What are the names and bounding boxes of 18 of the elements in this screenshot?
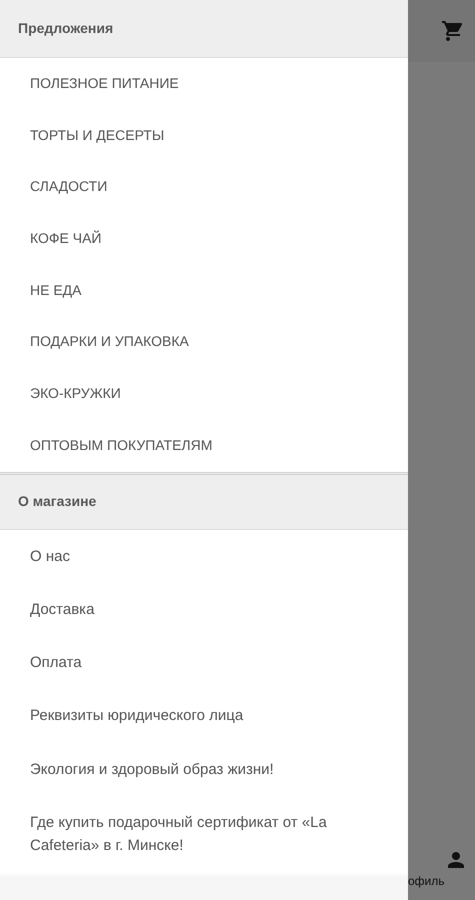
menu-item[interactable]: ПОЛЕЗНОЕ ПИТАНИЕ	[0, 58, 408, 110]
menu-item[interactable]: ТОРТЫ И ДЕСЕРТЫ	[0, 110, 408, 162]
menu-item[interactable]: Оплата	[0, 636, 408, 690]
menu-item[interactable]: ОПТОВЫМ ПОКУПАТЕЛЯМ	[0, 420, 408, 472]
menu-item[interactable]: Доставка	[0, 582, 408, 636]
menu-item[interactable]: Где купить подарочный сертификат от «La Cafeteria» в г. Минске!	[0, 796, 408, 872]
menu-item[interactable]: ЭКО-КРУЖКИ	[0, 368, 408, 420]
menu-item[interactable]: Реквизиты юридического лица	[0, 689, 408, 742]
menu-item[interactable]: СЛАДОСТИ	[0, 161, 408, 214]
menu-item[interactable]: Экология и здоровый образ жизни!	[0, 742, 408, 796]
menu-item[interactable]: ПОДАРКИ И УПАКОВКА	[0, 316, 408, 368]
menu-item[interactable]: НЕ ЕДА	[0, 264, 408, 316]
cart-icon[interactable]	[441, 19, 465, 43]
section-header: О магазине	[18, 492, 96, 511]
menu-item[interactable]: КОФЕ ЧАЙ	[0, 213, 408, 265]
section-header: Предложения	[18, 19, 114, 38]
menu-item[interactable]: О нас	[0, 530, 408, 583]
tab-label[interactable]: офиль	[408, 872, 445, 890]
